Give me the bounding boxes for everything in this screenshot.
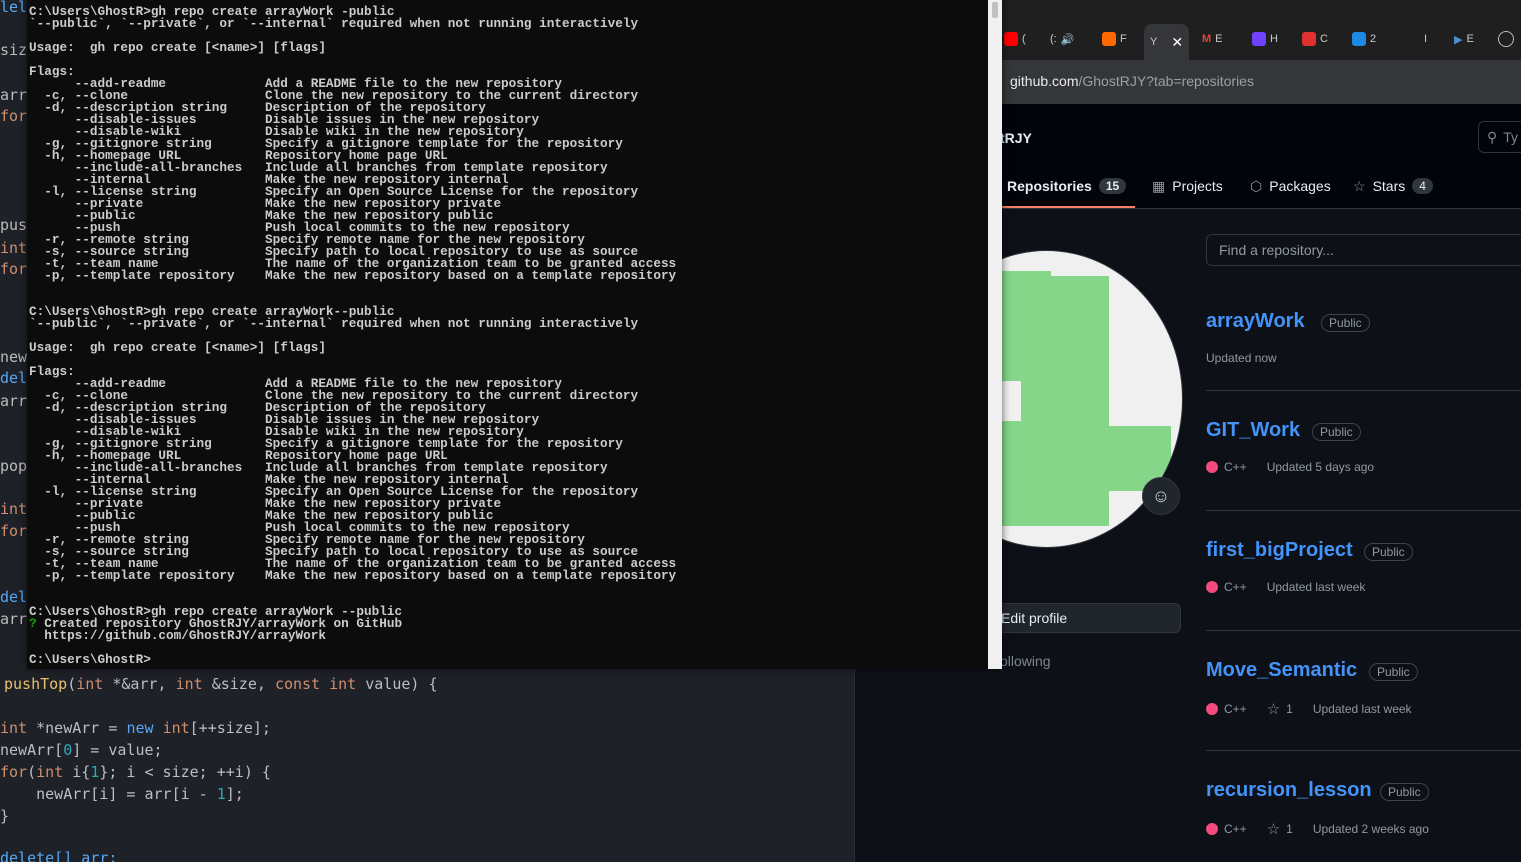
code-fragment: int [0,239,28,257]
search-icon: ⚲ [1487,128,1498,145]
count-badge: 4 [1412,178,1433,194]
browser-tab[interactable]: ( [1004,26,1026,52]
browser-tab-active[interactable]: Y ✕ [1144,24,1190,60]
browser-window: ( (: 🔊 F Y ✕ ME H C 2 I ▶ E github.com/Ghos… [990,0,1521,862]
app-icon [1102,32,1116,46]
url-text[interactable]: github.com/GhostRJY?tab=repositories [1010,73,1254,89]
repo-name-link[interactable]: first_bigProject [1206,539,1353,562]
repo-name-link[interactable]: Move_Semantic [1206,659,1357,682]
settings-icon [1498,31,1514,47]
repo-meta: C++ ☆ 1 Updated last week [1206,700,1412,718]
repo-name-link[interactable]: GIT_Work [1206,419,1300,442]
tab-stars[interactable]: ☆ Stars 4 [1353,176,1433,196]
divider [1206,510,1521,511]
code-line: newArr[0] = value; [0,741,163,759]
terminal-line: Usage: gh repo create [<name>] [flags] [29,340,326,355]
terminal-window[interactable]: C:\Users\GhostR>gh repo create arrayWork… [27,0,1002,669]
visibility-badge: Public [1380,783,1429,801]
find-repository-input[interactable] [1206,234,1521,266]
divider [1206,390,1521,391]
play-icon: ▶ [1454,33,1463,46]
tab-strip: ( (: 🔊 F Y ✕ ME H C 2 I ▶ E [990,0,1521,60]
code-line: } [0,807,10,825]
scrollbar[interactable] [988,0,1002,669]
code-fragment: arr [0,392,28,410]
tab-repositories[interactable]: Repositories 15 [1007,176,1127,196]
following-link[interactable]: ollowing [1000,653,1051,669]
terminal-line: C:\Users\GhostR> [29,652,151,667]
star-icon: ☆ [1353,177,1366,194]
app-red-icon [1302,32,1316,46]
edit-profile-button[interactable]: Edit profile [990,603,1181,633]
table-icon: ▦ [1152,177,1166,194]
repo-item: recursion_lesson Public C++ ☆ 1 Updated 2 w… [1206,779,1521,862]
repo-meta: C++ ☆ 1 Updated 2 weeks ago [1206,820,1429,838]
tab-projects[interactable]: ▦ Projects [1152,176,1223,196]
code-line: newArr[i] = arr[i - 1]; [0,785,244,803]
code-line: pushTop(int *&arr, int &size, const int … [4,675,438,693]
active-tab-underline [1000,206,1135,208]
profile-username: tRJY [1000,130,1032,146]
browser-tab[interactable] [1498,26,1514,52]
visibility-badge: Public [1364,543,1413,561]
star-icon[interactable]: ☆ [1267,820,1280,838]
language-color-dot [1206,823,1218,835]
divider [1206,750,1521,751]
scrollbar-thumb[interactable] [992,2,998,18]
code-line: delete[] arr; [0,849,118,862]
repo-name-link[interactable]: arrayWork [1206,310,1305,333]
terminal-line: `--public`, `--private`, or `--internal`… [29,316,639,331]
terminal-line: `--public`, `--private`, or `--internal`… [29,16,639,31]
repo-meta: Updated now [1206,351,1277,365]
visibility-badge: Public [1312,423,1361,441]
visibility-badge: Public [1321,314,1370,332]
visibility-badge: Public [1369,663,1418,681]
divider [1206,630,1521,631]
repo-meta: C++ Updated last week [1206,580,1365,594]
repo-name-link[interactable]: recursion_lesson [1206,779,1372,802]
code-line: int *newArr = new int[++size]; [0,719,271,737]
repo-item: Move_Semantic Public C++ ☆ 1 Updated last w… [1206,659,1521,779]
repo-meta: C++ Updated 5 days ago [1206,460,1374,474]
smiley-icon: ☺ [1151,485,1171,506]
tab-packages[interactable]: ⬡ Packages [1250,176,1331,196]
browser-tab[interactable]: 2 [1352,26,1376,52]
language-color-dot [1206,703,1218,715]
browser-tab[interactable]: H [1252,26,1278,52]
package-icon: ⬡ [1250,177,1263,194]
browser-tab[interactable]: C [1302,26,1328,52]
code-fragment: arr [0,86,28,104]
gmail-icon: M [1202,33,1212,45]
terminal-line: -p, --template repository Make the new r… [29,568,677,583]
language-color-dot [1206,461,1218,473]
browser-tab[interactable]: F [1102,26,1127,52]
terminal-line: https://github.com/GhostRJY/arrayWork [29,628,326,643]
browser-tab[interactable]: I [1424,26,1427,52]
terminal-line: Usage: gh repo create [<name>] [flags] [29,40,326,55]
app-m-icon [1252,32,1266,46]
audio-icon: 🔊 [1060,33,1075,46]
browser-tab[interactable]: ▶ E [1454,26,1474,52]
github-search[interactable]: ⚲ Ty [1478,121,1521,153]
browser-tab[interactable]: (: 🔊 [1050,26,1074,52]
count-badge: 15 [1098,178,1127,194]
code-line: for(int i{1}; i < size; ++i) { [0,763,271,781]
star-icon[interactable]: ☆ [1267,700,1280,718]
close-tab-icon[interactable]: ✕ [1171,34,1183,51]
browser-tab[interactable]: ME [1202,26,1223,52]
terminal-line: -p, --template repository Make the new r… [29,268,677,283]
terminal-output: C:\Users\GhostR>gh repo create arrayWork… [29,5,677,667]
language-color-dot [1206,581,1218,593]
code-fragment: int [0,500,28,518]
code-fragment: pop [0,457,28,475]
repo-item: first_bigProject Public C++ Updated last … [1206,539,1521,659]
code-fragment: arr [0,610,28,628]
youtube-icon [1004,32,1018,46]
repo-item: GIT_Work Public C++ Updated 5 days ago [1206,419,1521,539]
set-status-button[interactable]: ☺ [1142,477,1180,515]
repo-item: arrayWork Public Updated now [1206,310,1521,430]
app-blue-icon [1352,32,1366,46]
